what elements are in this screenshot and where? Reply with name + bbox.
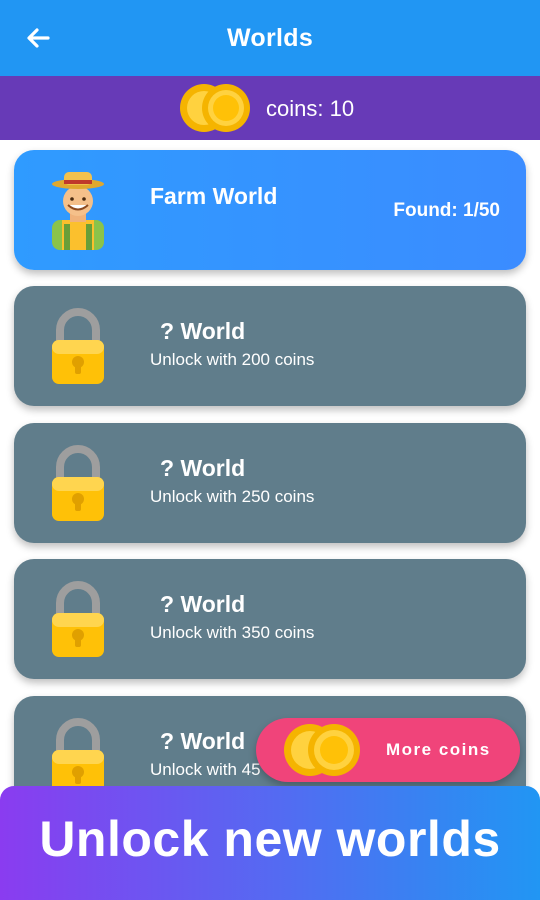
world-name: Farm World [150, 183, 278, 209]
world-name: ? World [160, 728, 246, 754]
more-coins-button[interactable]: More coins [256, 718, 520, 782]
banner-text: Unlock new worlds [39, 811, 501, 867]
lock-icon [48, 308, 108, 388]
lock-icon [48, 581, 108, 661]
world-name: ? World [160, 591, 246, 617]
world-card-locked[interactable]: ? World Unlock with 250 coins [14, 423, 526, 543]
world-name: ? World [160, 455, 246, 481]
world-card-locked[interactable]: ? World Unlock with 350 coins [14, 559, 526, 679]
app-bar: Worlds [0, 0, 540, 76]
world-name: ? World [160, 318, 246, 344]
coins-icon [178, 82, 254, 134]
found-count: Found: 1/50 [393, 200, 500, 221]
unlock-cost: Unlock with 350 coins [150, 623, 315, 642]
coin-count: coins: 10 [266, 96, 355, 121]
promo-banner: Unlock new worlds [0, 786, 540, 900]
lock-icon [48, 445, 108, 525]
unlock-cost: Unlock with 250 coins [150, 487, 315, 506]
unlock-cost: Unlock with 200 coins [150, 350, 315, 369]
world-card-farm[interactable]: Farm World Found: 1/50 [14, 150, 526, 270]
more-coins-label: More coins [386, 740, 491, 759]
coins-icon [282, 720, 364, 780]
coin-balance-bar: coins: 10 [0, 76, 540, 140]
farmer-icon [48, 168, 108, 250]
page-title: Worlds [226, 24, 314, 52]
world-card-locked[interactable]: ? World Unlock with 200 coins [14, 286, 526, 406]
unlock-cost: Unlock with 45 [150, 760, 261, 779]
